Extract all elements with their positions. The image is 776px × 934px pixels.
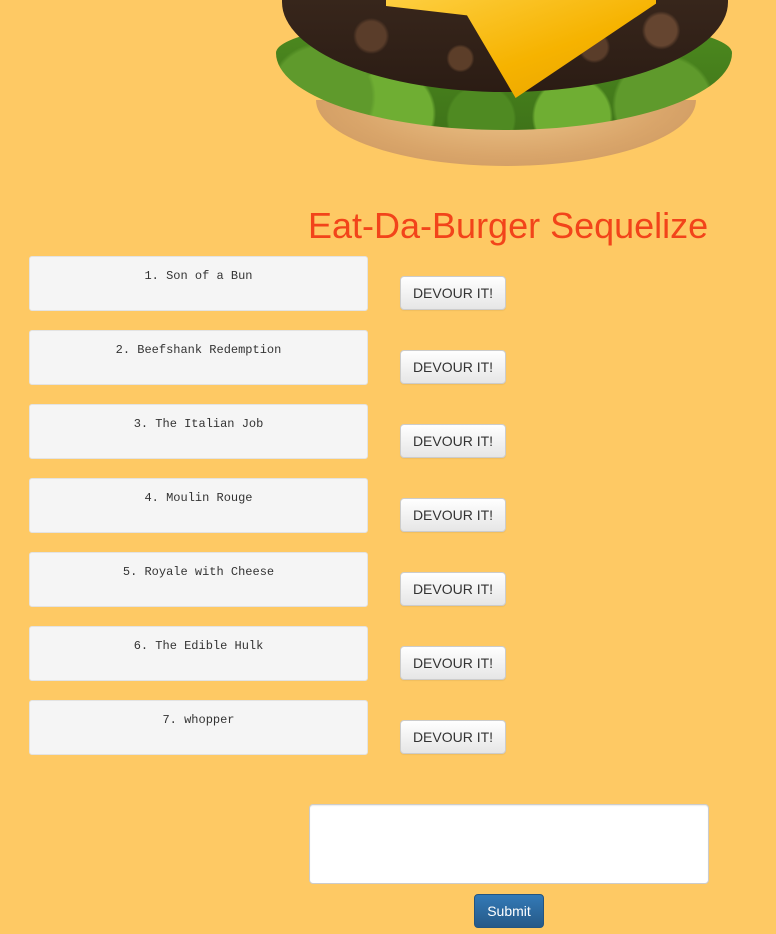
burger-image	[276, 0, 736, 170]
devour-button[interactable]: DEVOUR IT!	[400, 276, 506, 310]
devour-button[interactable]: DEVOUR IT!	[400, 646, 506, 680]
burger-name: 3. The Italian Job	[29, 404, 368, 459]
burger-name: 4. Moulin Rouge	[29, 478, 368, 533]
burger-row: 2. Beefshank Redemption DEVOUR IT!	[29, 330, 549, 388]
burger-name: 2. Beefshank Redemption	[29, 330, 368, 385]
page-title: Eat-Da-Burger Sequelize	[308, 205, 709, 246]
burger-row: 7. whopper DEVOUR IT!	[29, 700, 549, 758]
devour-button[interactable]: DEVOUR IT!	[400, 720, 506, 754]
burger-name: 6. The Edible Hulk	[29, 626, 368, 681]
burger-name: 5. Royale with Cheese	[29, 552, 368, 607]
devour-button[interactable]: DEVOUR IT!	[400, 350, 506, 384]
burger-name-input[interactable]	[309, 804, 709, 884]
burger-row: 6. The Edible Hulk DEVOUR IT!	[29, 626, 549, 684]
burger-row: 1. Son of a Bun DEVOUR IT!	[29, 256, 549, 314]
burger-row: 4. Moulin Rouge DEVOUR IT!	[29, 478, 549, 536]
burger-row: 5. Royale with Cheese DEVOUR IT!	[29, 552, 549, 610]
burger-name: 7. whopper	[29, 700, 368, 755]
burger-row: 3. The Italian Job DEVOUR IT!	[29, 404, 549, 462]
submit-button[interactable]: Submit	[474, 894, 544, 928]
devour-button[interactable]: DEVOUR IT!	[400, 424, 506, 458]
devour-button[interactable]: DEVOUR IT!	[400, 572, 506, 606]
burger-name: 1. Son of a Bun	[29, 256, 368, 311]
devour-button[interactable]: DEVOUR IT!	[400, 498, 506, 532]
